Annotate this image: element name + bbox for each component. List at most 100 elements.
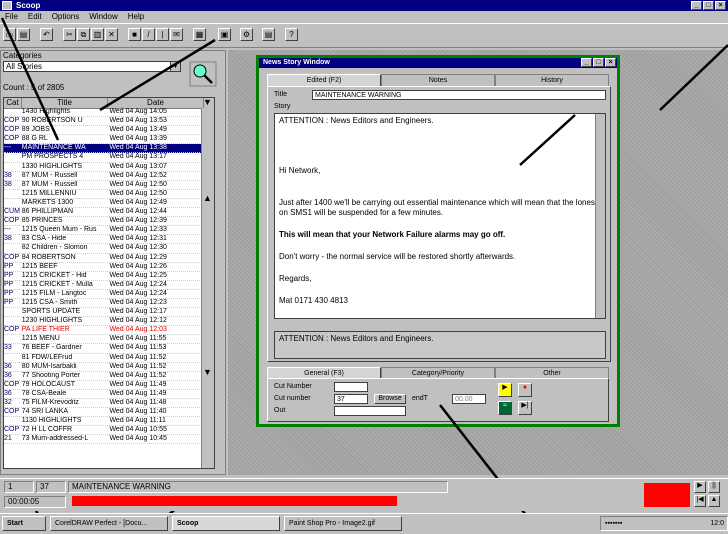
table-row[interactable]: PP 1215 CRICKET - Hid Wed 04 Aug 12:25 (4, 272, 204, 281)
sort-arrow-icon[interactable]: ▼ (203, 98, 212, 107)
table-row[interactable]: PM PROSPECTS 4 Wed 04 Aug 13:17 (4, 153, 204, 163)
chevron-down-icon[interactable]: ▼ (170, 62, 180, 71)
out-input[interactable] (334, 406, 406, 416)
menu-options[interactable]: Options (47, 12, 85, 22)
list-scrollbar[interactable]: ▼ ▲ ▼ (201, 98, 214, 468)
news-close-button[interactable]: × (605, 58, 616, 67)
table-row[interactable]: 38 83 CSA - Hide Wed 04 Aug 12:31 (4, 235, 204, 245)
col-title-header[interactable]: Title (22, 98, 108, 108)
print-icon[interactable]: ▤ (17, 28, 30, 41)
browse-button[interactable]: Browse (374, 394, 406, 404)
table-row[interactable]: 81 FDW/LEFrud Wed 04 Aug 11:52 (4, 354, 204, 363)
task-paintshop[interactable]: Paint Shop Pro - Image2.gif (284, 516, 402, 531)
help-icon[interactable]: ? (285, 28, 298, 41)
menu-window[interactable]: Window (84, 12, 122, 22)
play-icon[interactable]: ▶ (498, 383, 512, 397)
delete-icon[interactable]: ✕ (105, 28, 118, 41)
title-input[interactable]: MAINTENANCE WARNING (312, 90, 606, 100)
table-row[interactable]: 38 87 MUM - Russell Wed 04 Aug 12:50 (4, 181, 204, 190)
endt-input[interactable]: 00.00 (452, 394, 486, 404)
table-row[interactable]: 1130 HIGHLIGHTS Wed 04 Aug 11:11 (4, 417, 204, 427)
table-row[interactable]: CUM 86 PHILLIPMAN Wed 04 Aug 12:44 (4, 208, 204, 218)
mail-icon[interactable]: ✉ (170, 28, 183, 41)
news-minimize-button[interactable]: _ (581, 58, 592, 67)
table-row[interactable]: COP 79 HOLOCAUST Wed 04 Aug 11:49 (4, 381, 204, 390)
table-row[interactable]: SPORTS UPDATE Wed 04 Aug 12:17 (4, 308, 204, 318)
cut-icon[interactable]: ✂ (63, 28, 76, 41)
start-button[interactable]: Start (2, 516, 46, 531)
table-row[interactable]: 33 76 BEEF - Gardner Wed 04 Aug 11:53 (4, 344, 204, 354)
table-row[interactable]: COP 84 ROBERTSON Wed 04 Aug 12:29 (4, 254, 204, 263)
bold-icon[interactable]: ■ (128, 28, 141, 41)
pause-button[interactable]: || (708, 481, 720, 493)
category-select[interactable]: All Stories ▼ (3, 61, 181, 72)
table-row[interactable]: 1430 Highlights Wed 04 Aug 14:05 (4, 108, 204, 118)
tools-icon[interactable]: ⚙ (240, 28, 253, 41)
story-editor[interactable]: ATTENTION : News Editors and Engineers. … (274, 113, 606, 319)
grid-icon[interactable]: ▣ (218, 28, 231, 41)
maximize-button[interactable]: □ (703, 1, 714, 10)
italic-icon[interactable]: / (142, 28, 155, 41)
layout-icon[interactable]: ▦ (193, 28, 206, 41)
table-row[interactable]: 21 73 Mum-addressed-L Wed 04 Aug 10:45 (4, 435, 204, 445)
table-row[interactable]: COP 89 JOBS Wed 04 Aug 13:49 (4, 126, 204, 136)
table-row[interactable]: 38 87 MUM - Russell Wed 04 Aug 12:52 (4, 172, 204, 181)
wave-icon[interactable]: ≈ (498, 401, 512, 415)
table-row[interactable]: 1330 HIGHLIGHTS Wed 04 Aug 13:07 (4, 163, 204, 172)
table-row[interactable]: 82 Children - Slomon Wed 04 Aug 12:30 (4, 244, 204, 254)
scroll-down-icon[interactable]: ▼ (203, 368, 212, 377)
tab-category-priority[interactable]: Category/Priority (381, 367, 495, 378)
table-row[interactable]: COP 90 ROBERTSON U Wed 04 Aug 13:53 (4, 117, 204, 127)
scroll-up-icon[interactable]: ▲ (203, 194, 212, 203)
table-row[interactable]: COP 88 G RL Wed 04 Aug 13:39 (4, 135, 204, 145)
table-row[interactable]: 36 77 Shooting Porter Wed 04 Aug 11:52 (4, 372, 204, 381)
table-row[interactable]: MARKETS 1300 Wed 04 Aug 12:49 (4, 199, 204, 209)
table-row[interactable]: 1230 HIGHLIGHTS Wed 04 Aug 12:12 (4, 317, 204, 327)
underline-icon[interactable]: | (156, 28, 169, 41)
cut-number2-input[interactable]: 37 (334, 394, 368, 404)
close-button[interactable]: × (715, 1, 726, 10)
col-cat-header[interactable]: Cat (4, 98, 22, 108)
tab-history[interactable]: History (495, 74, 609, 86)
record-icon[interactable]: ● (518, 383, 532, 397)
table-row[interactable]: COP PA LIFE THIER Wed 04 Aug 12:03 (4, 326, 204, 336)
table-row[interactable]: --- 1215 Queen Mum - Rus Wed 04 Aug 12:33 (4, 226, 204, 236)
skip-icon[interactable]: ▶| (518, 401, 532, 415)
story-scrollbar[interactable] (595, 114, 605, 318)
table-row[interactable]: PP 1215 FILM - Langtoc Wed 04 Aug 12:24 (4, 290, 204, 299)
table-row[interactable]: PP 1215 BEEF Wed 04 Aug 12:26 (4, 263, 204, 272)
play-button[interactable]: ▶ (694, 481, 706, 493)
table-row[interactable]: PP 1215 CRICKET - Mulla Wed 04 Aug 12:24 (4, 281, 204, 290)
table-row[interactable]: 1215 MILLENNIU Wed 04 Aug 12:50 (4, 190, 204, 199)
minimize-button[interactable]: _ (691, 1, 702, 10)
new-icon[interactable]: ▭ (3, 28, 16, 41)
table-row[interactable]: 1215 MENU Wed 04 Aug 11:55 (4, 335, 204, 345)
rewind-button[interactable]: |◀ (694, 495, 706, 507)
table-row[interactable]: COP 74 SRI LANKA Wed 04 Aug 11:40 (4, 408, 204, 418)
table-row[interactable]: 32 75 FILM-Krevoditz Wed 04 Aug 11:48 (4, 399, 204, 409)
table-row[interactable]: COP 72 H LL COFFR Wed 04 Aug 10:55 (4, 426, 204, 436)
table-row[interactable]: 36 80 MUM-Isarbakli Wed 04 Aug 11:52 (4, 363, 204, 372)
news-maximize-button[interactable]: □ (593, 58, 604, 67)
tab-edited[interactable]: Edited (F2) (267, 74, 381, 86)
table-row[interactable]: PP 1215 CSA - Smith Wed 04 Aug 12:23 (4, 299, 204, 309)
copy-icon[interactable]: ⧉ (77, 28, 90, 41)
search-icon[interactable] (189, 61, 217, 87)
menu-file[interactable]: File (0, 12, 23, 22)
tab-other[interactable]: Other (495, 367, 609, 378)
tab-general[interactable]: General (F3) (267, 367, 381, 378)
table-row[interactable]: 36 78 CSA-Beale Wed 04 Aug 11:49 (4, 390, 204, 399)
col-date-header[interactable]: Date (108, 98, 204, 108)
menu-help[interactable]: Help (123, 12, 149, 22)
options-icon[interactable]: ▤ (262, 28, 275, 41)
menu-edit[interactable]: Edit (23, 12, 47, 22)
table-row[interactable]: COP 85 PRINCES Wed 04 Aug 12:39 (4, 217, 204, 227)
task-coreldraw[interactable]: CorelDRAW Perfect - [Docu... (50, 516, 168, 531)
tab-notes[interactable]: Notes (381, 74, 495, 86)
story-list[interactable]: Cat Title Date 1430 Highlights Wed 04 Aug… (3, 97, 215, 469)
eject-button[interactable]: ▲ (708, 495, 720, 507)
table-row[interactable]: --- MAINTENANCE WA Wed 04 Aug 13:38 (4, 144, 204, 154)
paste-icon[interactable]: ▥ (91, 28, 104, 41)
cut-number-input[interactable] (334, 382, 368, 392)
task-scoop[interactable]: Scoop (172, 516, 280, 531)
